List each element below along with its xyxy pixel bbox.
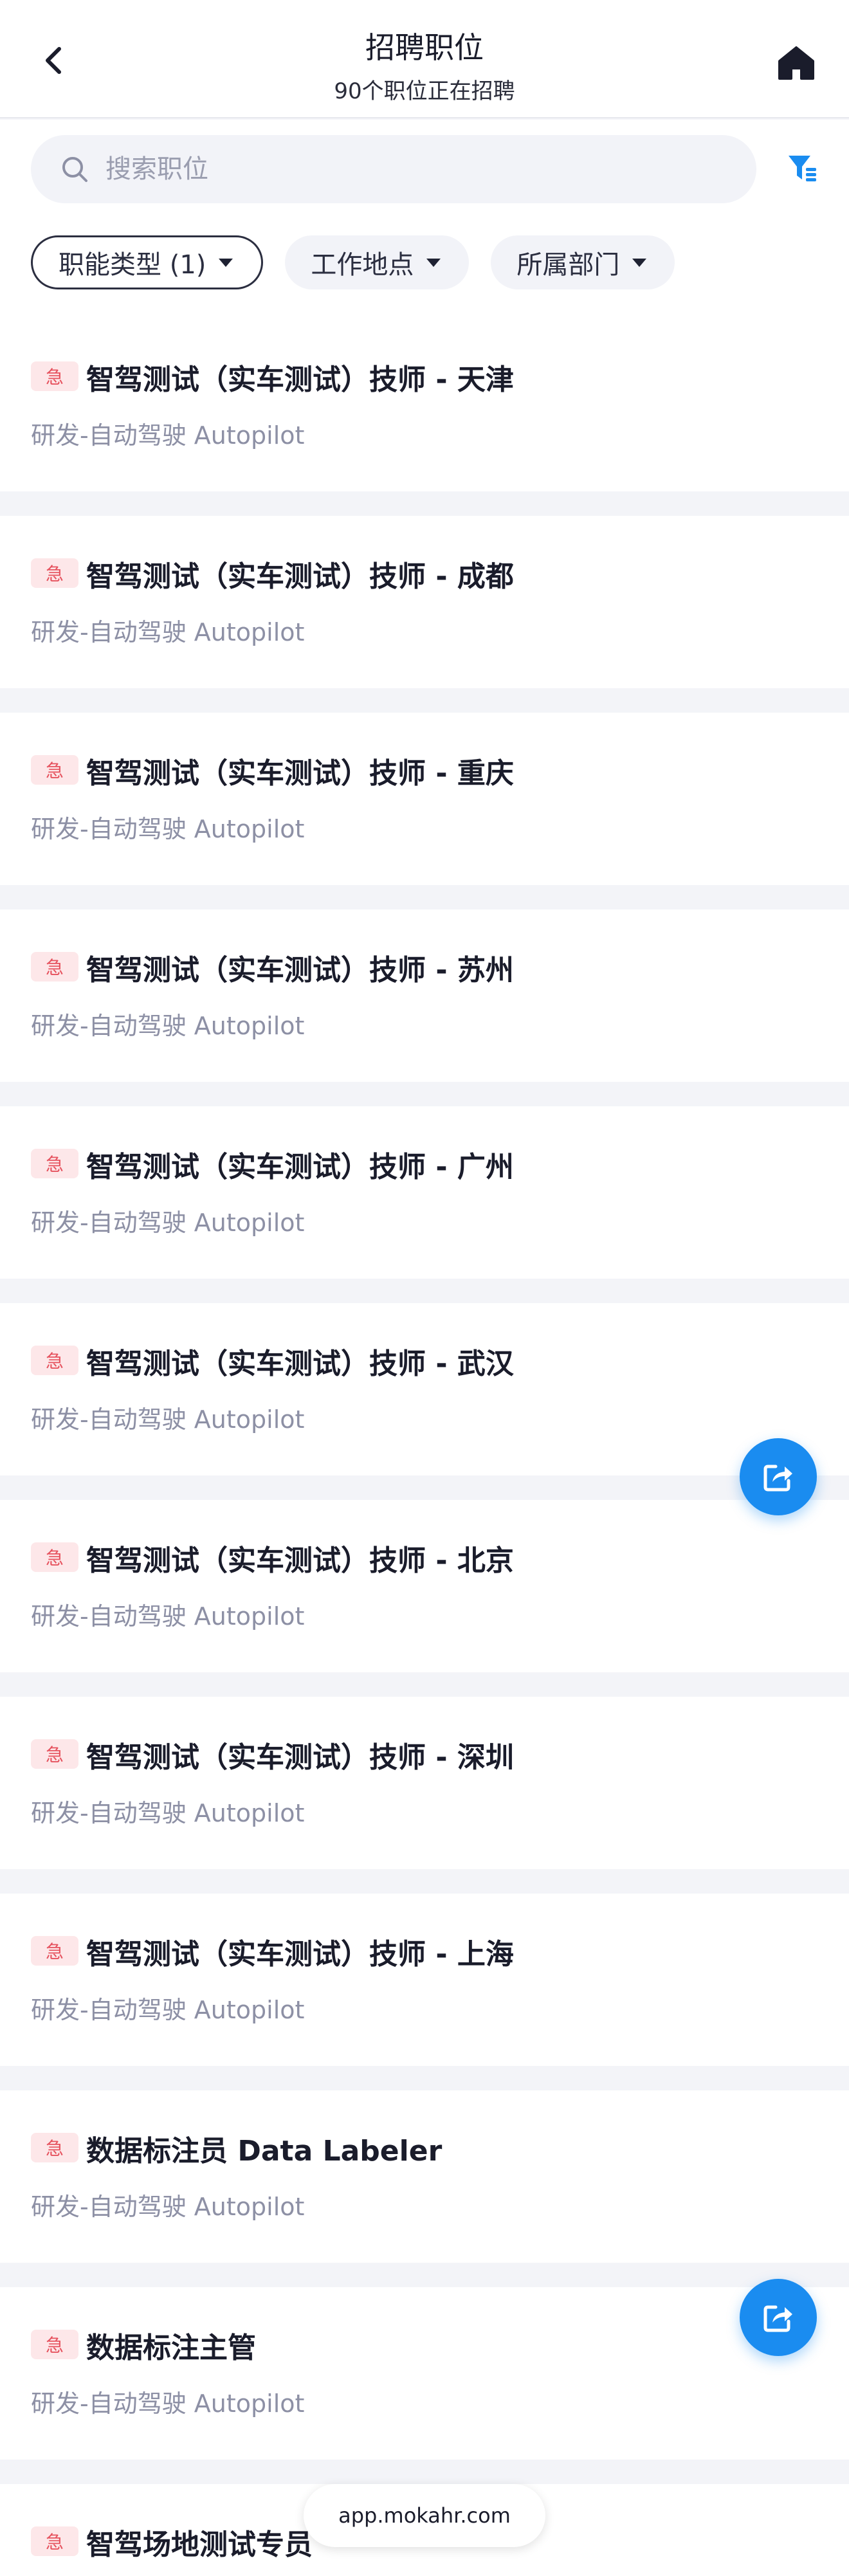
search-icon	[62, 157, 87, 182]
urgent-badge: 急	[31, 1149, 78, 1178]
urgent-badge: 急	[31, 2330, 78, 2359]
urgent-badge: 急	[31, 2526, 78, 2556]
urgent-badge: 急	[31, 361, 78, 391]
filter-icon	[789, 156, 816, 181]
job-department: 研发-自动驾驶 Autopilot	[31, 1012, 305, 1040]
job-department: 研发-自动驾驶 Autopilot	[31, 1405, 305, 1434]
home-button[interactable]	[776, 42, 817, 84]
filter-chips: 职能类型 (1) 工作地点 所属部门	[31, 235, 675, 289]
urgent-badge: 急	[31, 2133, 78, 2162]
caret-down-icon	[219, 258, 233, 267]
job-department: 研发-自动驾驶 Autopilot	[31, 2193, 305, 2221]
search-input[interactable]	[105, 154, 684, 184]
urgent-badge: 急	[31, 1936, 78, 1966]
share-icon	[763, 2305, 792, 2332]
share-button[interactable]	[740, 2279, 817, 2356]
job-title: 数据标注主管	[86, 2332, 256, 2364]
job-listing-page: 招聘职位 90个职位正在招聘 职能类型 (1)	[0, 0, 849, 2576]
job-department: 研发-自动驾驶 Autopilot	[31, 1602, 305, 1631]
page-title: 招聘职位	[365, 30, 484, 65]
job-title: 智驾测试（实车测试）技师 - 深圳	[86, 1741, 514, 1774]
job-list-item[interactable]: 急 智驾测试（实车测试）技师 - 北京 研发-自动驾驶 Autopilot	[0, 1500, 849, 1672]
job-department: 研发-自动驾驶 Autopilot	[31, 618, 305, 646]
filter-chip-label: 工作地点	[311, 250, 414, 280]
urgent-badge: 急	[31, 1346, 78, 1375]
caret-down-icon	[426, 258, 441, 267]
filter-chip-label: 所属部门	[516, 250, 620, 280]
job-title: 智驾场地测试专员	[86, 2528, 313, 2561]
urgent-badge: 急	[31, 952, 78, 982]
job-list-item[interactable]: 急 智驾测试（实车测试）技师 - 苏州 研发-自动驾驶 Autopilot	[0, 909, 849, 1082]
job-department: 研发-自动驾驶 Autopilot	[31, 1799, 305, 1827]
filter-chip-location[interactable]: 工作地点	[285, 235, 470, 289]
urgent-badge: 急	[31, 1542, 78, 1572]
job-list-item[interactable]: 急 数据标注员 Data Labeler 研发-自动驾驶 Autopilot	[0, 2090, 849, 2263]
share-button[interactable]	[740, 1438, 817, 1515]
urgent-badge: 急	[31, 558, 78, 588]
filter-chip-department[interactable]: 所属部门	[491, 235, 675, 289]
job-title: 智驾测试（实车测试）技师 - 苏州	[86, 954, 514, 987]
header: 招聘职位 90个职位正在招聘	[0, 0, 849, 118]
search-bar[interactable]	[31, 135, 756, 203]
filter-button[interactable]	[783, 149, 822, 188]
job-list-item[interactable]: 急 智驾测试（实车测试）技师 - 重庆 研发-自动驾驶 Autopilot	[0, 713, 849, 885]
filter-chip-label: 职能类型 (1)	[59, 250, 206, 280]
job-title: 智驾测试（实车测试）技师 - 成都	[86, 560, 514, 593]
job-title: 智驾测试（实车测试）技师 - 上海	[86, 1938, 514, 1971]
job-list-item[interactable]: 急 智驾测试（实车测试）技师 - 武汉 研发-自动驾驶 Autopilot	[0, 1303, 849, 1475]
job-title: 智驾测试（实车测试）技师 - 广州	[86, 1151, 514, 1183]
job-list-item[interactable]: 急 智驾测试（实车测试）技师 - 深圳 研发-自动驾驶 Autopilot	[0, 1697, 849, 1869]
job-list-item[interactable]: 急 数据标注主管 研发-自动驾驶 Autopilot	[0, 2287, 849, 2460]
urgent-badge: 急	[31, 1739, 78, 1769]
job-department: 研发-自动驾驶 Autopilot	[31, 815, 305, 843]
home-icon	[778, 46, 814, 80]
search-filter-area: 职能类型 (1) 工作地点 所属部门	[0, 120, 849, 319]
job-list-item[interactable]: 急 智驾测试（实车测试）技师 - 广州 研发-自动驾驶 Autopilot	[0, 1106, 849, 1279]
filter-chip-function[interactable]: 职能类型 (1)	[31, 235, 264, 289]
caret-down-icon	[632, 258, 647, 267]
job-department: 研发-自动驾驶 Autopilot	[31, 2389, 305, 2418]
job-title: 智驾测试（实车测试）技师 - 重庆	[86, 757, 514, 790]
job-list: 急 智驾测试（实车测试）技师 - 天津 研发-自动驾驶 Autopilot 急 …	[0, 319, 849, 2576]
job-title: 智驾测试（实车测试）技师 - 武汉	[86, 1347, 514, 1380]
job-department: 研发-自动驾驶 Autopilot	[31, 1996, 305, 2024]
job-list-item[interactable]: 急 智驾测试（实车测试）技师 - 天津 研发-自动驾驶 Autopilot	[0, 319, 849, 491]
page-subtitle: 90个职位正在招聘	[334, 78, 515, 104]
job-title: 智驾测试（实车测试）技师 - 天津	[86, 363, 514, 396]
share-icon	[763, 1465, 792, 1492]
job-department: 研发-自动驾驶 Autopilot	[31, 421, 305, 450]
job-department: 研发-自动驾驶 Autopilot	[31, 1209, 305, 1237]
job-list-item[interactable]: 急 智驾测试（实车测试）技师 - 上海 研发-自动驾驶 Autopilot	[0, 1894, 849, 2066]
url-bar[interactable]: app.mokahr.com	[304, 2484, 545, 2547]
urgent-badge: 急	[31, 755, 78, 785]
job-list-item[interactable]: 急 智驾测试（实车测试）技师 - 成都 研发-自动驾驶 Autopilot	[0, 516, 849, 688]
job-title: 数据标注员 Data Labeler	[86, 2135, 443, 2168]
job-title: 智驾测试（实车测试）技师 - 北京	[86, 1544, 514, 1577]
